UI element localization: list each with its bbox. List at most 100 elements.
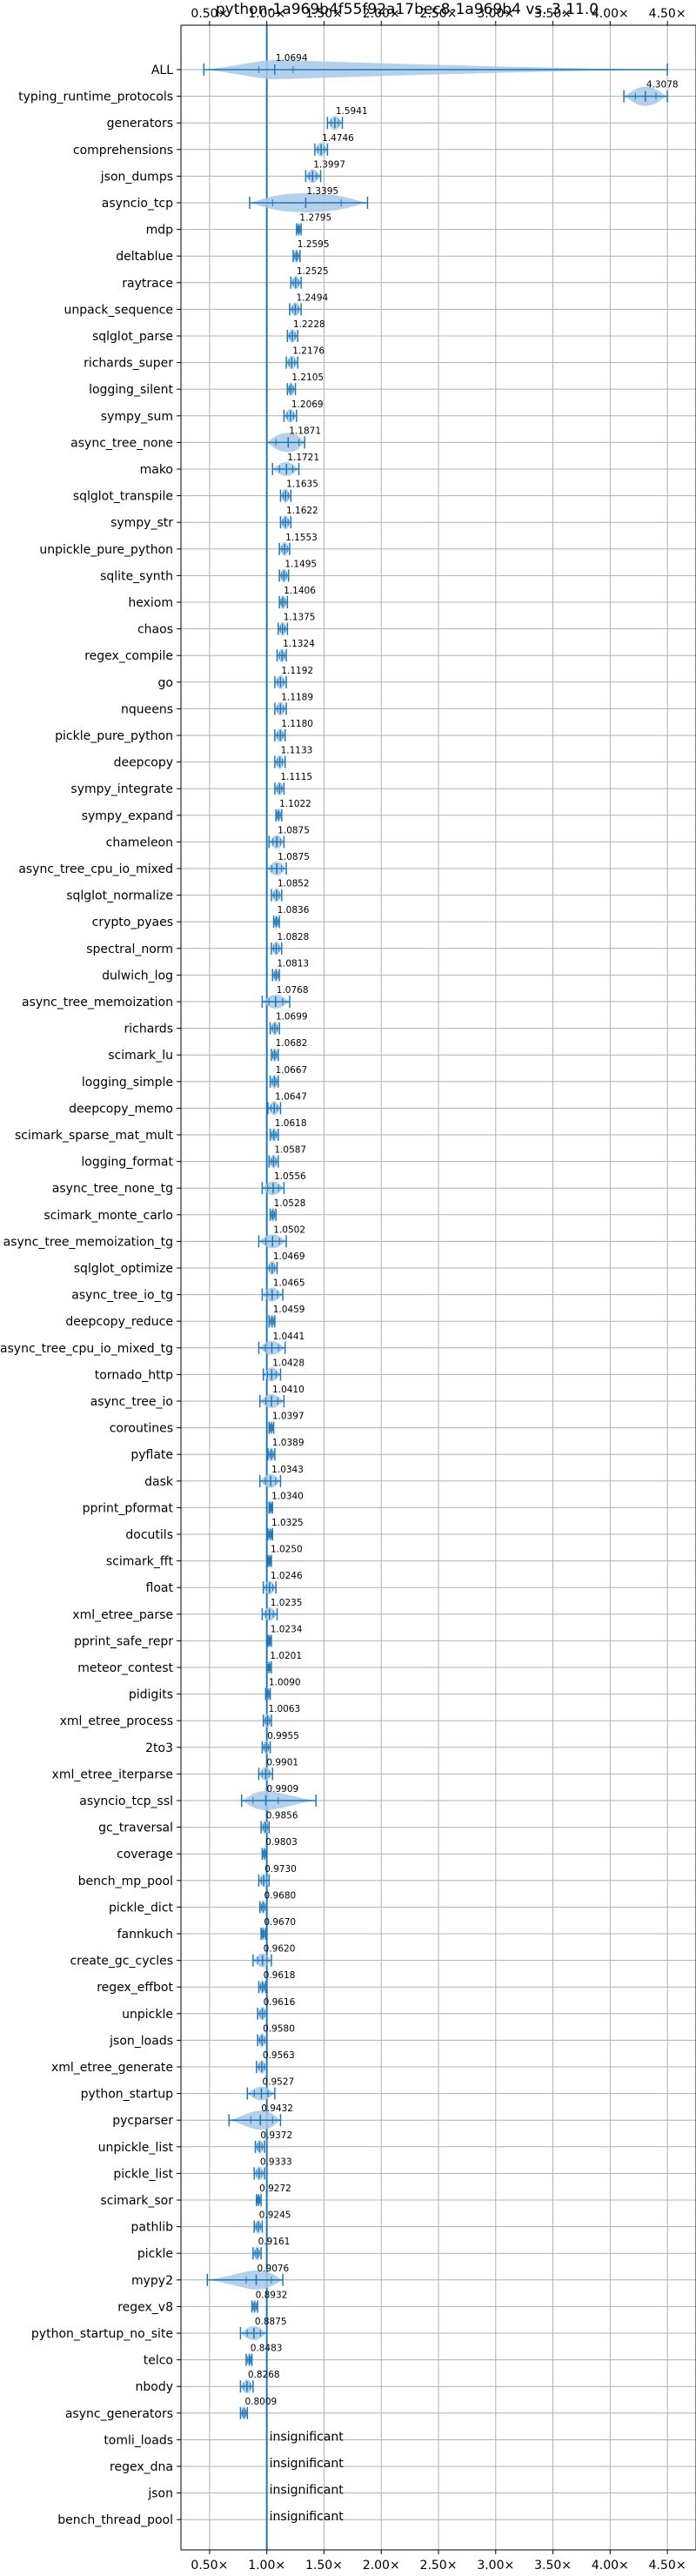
value-label: 0.9372 <box>260 2130 292 2141</box>
value-label: 0.9527 <box>262 2077 294 2088</box>
labels-layer: 0.50× 0.50× 1.00× 1.00× 1.50× 1.50× 2.00× 2.00×… <box>0 7 686 2573</box>
chart-root: python-1a969b4f55f92a17bec8-1a969b4 vs. … <box>0 0 696 2576</box>
x-tick-label-top: 1.50× <box>305 7 343 21</box>
benchmark-label: telco <box>144 2354 173 2368</box>
benchmark-label: fannkuch <box>117 1928 173 1942</box>
benchmark-label: scimark_lu <box>108 1049 173 1063</box>
benchmark-label: hexiom <box>128 596 173 610</box>
value-label: 1.2494 <box>296 292 328 303</box>
benchmark-label: generators <box>107 117 173 131</box>
value-label: 1.0852 <box>278 879 310 889</box>
value-label: 1.0250 <box>271 1545 303 1555</box>
benchmark-label: xml_etree_process <box>60 1714 173 1728</box>
value-label: 0.8483 <box>251 2344 283 2354</box>
value-label: 1.1721 <box>287 453 319 463</box>
benchmark-label: create_gc_cycles <box>70 1955 173 1969</box>
benchmark-label: gc_traversal <box>98 1821 173 1835</box>
value-label: 1.2795 <box>299 213 331 224</box>
benchmark-label: unpack_sequence <box>64 303 173 317</box>
value-label: 0.9730 <box>264 1864 297 1875</box>
benchmark-label: mdp <box>146 224 174 238</box>
value-label: 0.8932 <box>256 2290 288 2300</box>
value-label: 1.0343 <box>271 1465 304 1475</box>
value-label: 1.0618 <box>275 1118 307 1129</box>
value-label: 0.9616 <box>264 1997 296 2008</box>
value-label: 1.0090 <box>269 1678 301 1688</box>
benchmark-label: regex_effbot <box>97 1981 173 1995</box>
benchmark-label: sqlglot_optimize <box>74 1262 173 1276</box>
value-label: 1.1189 <box>281 692 313 702</box>
benchmark-label: dulwich_log <box>102 969 173 983</box>
x-tick-label-top: 2.50× <box>420 7 458 21</box>
x-tick-label-top: 0.50× <box>191 7 228 21</box>
benchmark-label: raytrace <box>122 277 173 291</box>
value-label: 1.0410 <box>272 1385 304 1395</box>
benchmark-label: scimark_sparse_mat_mult <box>15 1129 173 1143</box>
value-label: 1.0063 <box>268 1704 300 1714</box>
benchmark-label: coroutines <box>110 1422 173 1436</box>
value-label: 0.9670 <box>264 1917 296 1928</box>
benchmark-label: json_dumps <box>100 170 173 184</box>
benchmark-label: dask <box>144 1475 174 1489</box>
benchmark-label: asyncio_tcp <box>102 197 173 211</box>
benchmark-label: deepcopy_reduce <box>65 1315 173 1329</box>
benchmark-label: unpickle_list <box>98 2141 174 2155</box>
benchmark-label: comprehensions <box>73 144 173 158</box>
benchmark-label: pycparser <box>112 2114 173 2128</box>
value-label: 0.9955 <box>267 1731 299 1741</box>
x-tick-label-bottom: 0.50× <box>191 2559 228 2573</box>
insignificant-label: insignificant <box>270 2457 345 2471</box>
x-tick-label-bottom: 1.50× <box>305 2559 343 2573</box>
benchmark-label: pidigits <box>129 1688 173 1702</box>
benchmark-label: sympy_integrate <box>70 782 173 796</box>
benchmark-label: tomli_loads <box>104 2433 173 2447</box>
benchmark-label: scimark_monte_carlo <box>44 1209 173 1223</box>
x-tick-label-bottom: 2.50× <box>420 2559 458 2573</box>
benchmark-label: xml_etree_generate <box>51 2061 173 2075</box>
value-label: 0.9618 <box>264 1970 296 1981</box>
value-label: 0.8268 <box>248 2370 280 2380</box>
benchmark-label: async_tree_cpu_io_mixed <box>18 862 173 876</box>
benchmark-label: scimark_sor <box>100 2194 173 2208</box>
benchmark-label: sympy_str <box>110 516 173 530</box>
value-label: 1.0828 <box>278 932 310 943</box>
insignificant-label: insignificant <box>270 2484 345 2498</box>
value-label: 0.9432 <box>261 2103 293 2114</box>
benchmark-label: xml_etree_iterparse <box>52 1768 173 1781</box>
benchmark-label: sympy_sum <box>101 410 173 424</box>
benchmark-label: docutils <box>125 1528 173 1542</box>
insignificant-label: insignificant <box>270 2510 345 2524</box>
value-label: 1.0459 <box>273 1305 305 1315</box>
benchmark-label: async_generators <box>65 2407 173 2421</box>
benchmark-label: python_startup_no_site <box>31 2327 173 2341</box>
benchmark-label: async_tree_memoization_tg <box>3 1235 173 1249</box>
value-label: 4.3078 <box>646 80 679 91</box>
benchmark-label: chameleon <box>106 835 173 849</box>
benchmark-label: json_loads <box>109 2034 173 2048</box>
x-tick-label-top: 4.00× <box>592 7 629 21</box>
value-label: 0.9272 <box>259 2184 291 2194</box>
value-label: 1.1622 <box>286 506 318 516</box>
value-label: 1.0528 <box>274 1198 306 1209</box>
value-label: 1.1495 <box>284 559 317 569</box>
benchmark-label: asyncio_tcp_ssl <box>79 1794 173 1808</box>
benchmark-label: deltablue <box>116 250 173 264</box>
value-label: 1.2105 <box>291 372 324 383</box>
value-label: 1.1375 <box>284 613 316 623</box>
value-label: 0.9580 <box>263 2023 295 2034</box>
value-label: 1.1324 <box>283 639 315 649</box>
value-label: 1.1553 <box>285 533 318 543</box>
benchmark-label: crypto_pyaes <box>92 916 173 929</box>
value-label: 0.9680 <box>264 1890 296 1901</box>
benchmark-label: pickle_pure_python <box>55 729 173 743</box>
value-label: 1.0813 <box>277 958 309 969</box>
benchmark-label: regex_compile <box>84 649 173 663</box>
benchmark-label: typing_runtime_protocols <box>18 91 173 104</box>
x-tick-label-bottom: 4.50× <box>649 2559 686 2573</box>
value-label: 0.9803 <box>265 1837 298 1848</box>
benchmark-label: async_tree_none <box>70 436 173 450</box>
value-label: 1.0397 <box>272 1412 304 1422</box>
value-label: 1.2228 <box>293 319 325 330</box>
value-label: 1.0325 <box>271 1518 304 1528</box>
value-label: 0.9856 <box>266 1811 298 1821</box>
